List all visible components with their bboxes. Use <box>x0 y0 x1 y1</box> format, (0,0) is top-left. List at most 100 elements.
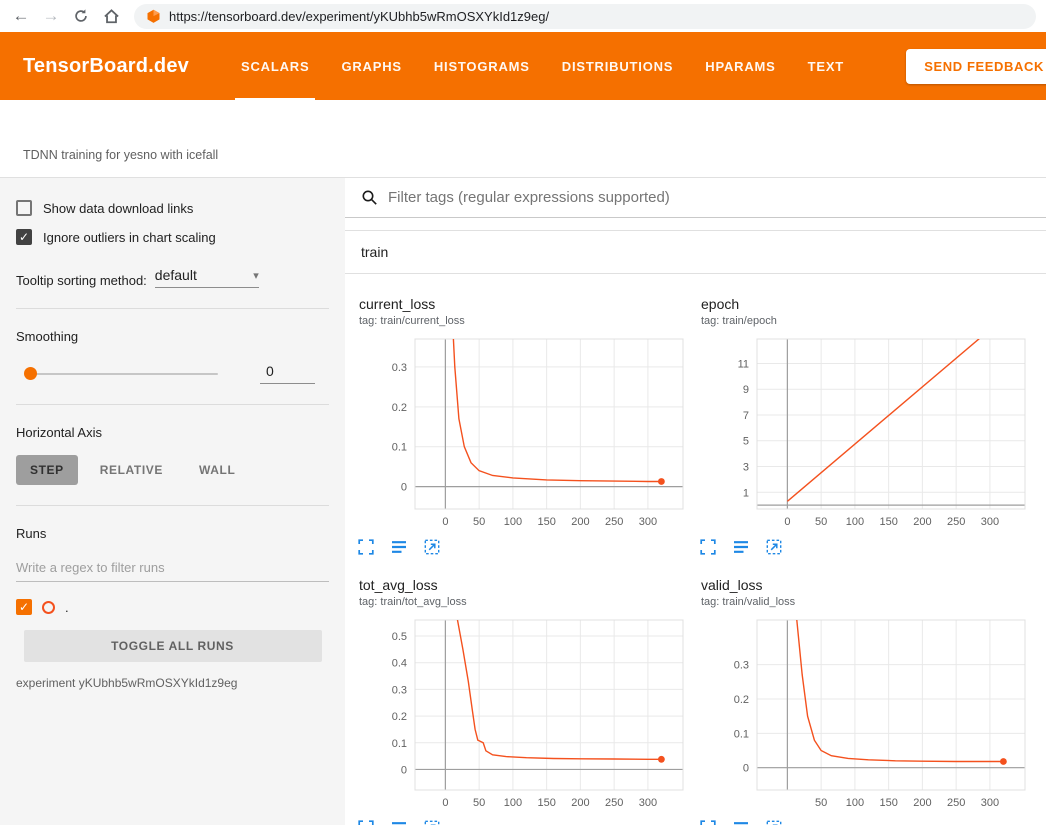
chart-toolbar <box>345 820 687 825</box>
smoothing-value[interactable]: 0 <box>260 363 315 384</box>
checkbox-icon[interactable] <box>16 200 32 216</box>
lines-icon[interactable] <box>733 820 749 825</box>
home-glyph <box>103 8 120 25</box>
browser-chrome: ← → https://tensorboard.dev/experiment/y… <box>0 0 1046 32</box>
lines-icon[interactable] <box>391 820 407 825</box>
checkbox-icon[interactable] <box>16 229 32 245</box>
chart-tag: tag: train/tot_avg_loss <box>345 596 687 608</box>
scalar-line-chart[interactable]: 05010015020025030000.10.20.3 <box>345 331 685 536</box>
run-checkbox[interactable] <box>16 599 32 615</box>
content: Show data download links Ignore outliers… <box>0 178 1046 825</box>
chart-card: tot_avg_loss tag: train/tot_avg_loss 050… <box>345 577 687 825</box>
svg-text:0: 0 <box>442 516 448 528</box>
fit-domain-icon[interactable] <box>766 820 782 825</box>
forward-icon[interactable]: → <box>38 3 64 29</box>
chart-title: valid_loss <box>687 577 1029 593</box>
svg-text:0.5: 0.5 <box>392 631 407 643</box>
expand-icon[interactable] <box>700 539 716 555</box>
svg-text:50: 50 <box>815 797 827 809</box>
scalar-line-chart[interactable]: 05010015020025030000.10.20.30.40.5 <box>345 612 685 817</box>
relative-button[interactable]: RELATIVE <box>86 455 177 485</box>
svg-text:7: 7 <box>743 410 749 422</box>
lines-icon[interactable] <box>391 539 407 555</box>
svg-text:300: 300 <box>639 797 657 809</box>
svg-text:0.1: 0.1 <box>734 728 749 740</box>
svg-text:250: 250 <box>947 516 965 528</box>
fit-domain-icon[interactable] <box>766 539 782 555</box>
svg-text:50: 50 <box>473 797 485 809</box>
runs-filter-input[interactable] <box>16 554 329 582</box>
svg-text:0.4: 0.4 <box>392 658 407 670</box>
reload-icon[interactable] <box>68 3 94 29</box>
svg-text:0.2: 0.2 <box>392 711 407 723</box>
tab-histograms[interactable]: HISTOGRAMS <box>418 32 546 100</box>
svg-text:250: 250 <box>605 516 623 528</box>
app-header: TensorBoard.dev SCALARS GRAPHS HISTOGRAM… <box>0 32 1046 100</box>
slider-knob[interactable] <box>24 367 37 380</box>
experiment-description-bar: TDNN training for yesno with icefall <box>0 100 1046 178</box>
expand-icon[interactable] <box>358 539 374 555</box>
tab-scalars[interactable]: SCALARS <box>225 32 325 100</box>
tag-group-title[interactable]: train <box>345 231 1046 274</box>
address-bar[interactable]: https://tensorboard.dev/experiment/yKUbh… <box>134 4 1036 29</box>
fit-domain-icon[interactable] <box>424 539 440 555</box>
svg-text:300: 300 <box>981 797 999 809</box>
chart-card: current_loss tag: train/current_loss 050… <box>345 296 687 555</box>
divider <box>16 404 329 405</box>
svg-text:200: 200 <box>913 797 931 809</box>
svg-text:0.2: 0.2 <box>734 694 749 706</box>
chart-toolbar <box>687 820 1029 825</box>
tag-filter-input[interactable] <box>388 189 1030 206</box>
ignore-outliers-row[interactable]: Ignore outliers in chart scaling <box>16 229 329 245</box>
lines-icon[interactable] <box>733 539 749 555</box>
toggle-all-runs-button[interactable]: TOGGLE ALL RUNS <box>24 630 322 662</box>
tag-filter-row <box>345 178 1046 218</box>
step-button[interactable]: STEP <box>16 455 78 485</box>
svg-text:0: 0 <box>784 516 790 528</box>
svg-text:300: 300 <box>981 516 999 528</box>
tab-distributions[interactable]: DISTRIBUTIONS <box>546 32 690 100</box>
expand-icon[interactable] <box>700 820 716 825</box>
svg-text:200: 200 <box>913 516 931 528</box>
run-name: . <box>65 600 69 615</box>
wall-button[interactable]: WALL <box>185 455 249 485</box>
smoothing-slider[interactable] <box>26 373 218 375</box>
svg-text:0.1: 0.1 <box>392 738 407 750</box>
chart-tag: tag: train/current_loss <box>345 315 687 327</box>
scalar-line-chart[interactable]: 0501001502002503001357911 <box>687 331 1027 536</box>
chart-title: current_loss <box>345 296 687 312</box>
svg-text:0.3: 0.3 <box>392 362 407 374</box>
sidebar: Show data download links Ignore outliers… <box>0 178 345 825</box>
svg-text:0.2: 0.2 <box>392 402 407 414</box>
scalar-line-chart[interactable]: 5010015020025030000.10.20.3 <box>687 612 1027 817</box>
divider <box>16 308 329 309</box>
tooltip-sorting-row: Tooltip sorting method: default ▾ <box>16 267 329 288</box>
horizontal-axis-buttons: STEP RELATIVE WALL <box>16 455 329 485</box>
charts-grid: current_loss tag: train/current_loss 050… <box>345 274 1046 825</box>
run-row[interactable]: . <box>16 599 329 615</box>
svg-text:5: 5 <box>743 436 749 448</box>
tab-graphs[interactable]: GRAPHS <box>325 32 417 100</box>
tab-bar: SCALARS GRAPHS HISTOGRAMS DISTRIBUTIONS … <box>225 32 860 100</box>
experiment-id: experiment yKUbhb5wRmOSXYkId1z9eg <box>16 676 329 690</box>
back-icon[interactable]: ← <box>8 3 34 29</box>
runs-label: Runs <box>16 526 329 541</box>
chart-tag: tag: train/epoch <box>687 315 1029 327</box>
svg-text:100: 100 <box>504 516 522 528</box>
home-icon[interactable] <box>98 3 124 29</box>
checkbox-label: Show data download links <box>43 201 193 216</box>
tooltip-sorting-dropdown[interactable]: default ▾ <box>155 267 259 288</box>
search-icon <box>361 189 378 206</box>
tab-text[interactable]: TEXT <box>792 32 860 100</box>
tab-hparams[interactable]: HPARAMS <box>689 32 791 100</box>
expand-icon[interactable] <box>358 820 374 825</box>
fit-domain-icon[interactable] <box>424 820 440 825</box>
svg-text:100: 100 <box>846 797 864 809</box>
svg-text:0.1: 0.1 <box>392 442 407 454</box>
train-card: train current_loss tag: train/current_lo… <box>345 230 1046 825</box>
chart-title: tot_avg_loss <box>345 577 687 593</box>
tooltip-sorting-value: default <box>155 267 197 283</box>
url-text: https://tensorboard.dev/experiment/yKUbh… <box>169 9 549 24</box>
show-download-links-row[interactable]: Show data download links <box>16 200 329 216</box>
send-feedback-button[interactable]: SEND FEEDBACK <box>906 49 1046 84</box>
